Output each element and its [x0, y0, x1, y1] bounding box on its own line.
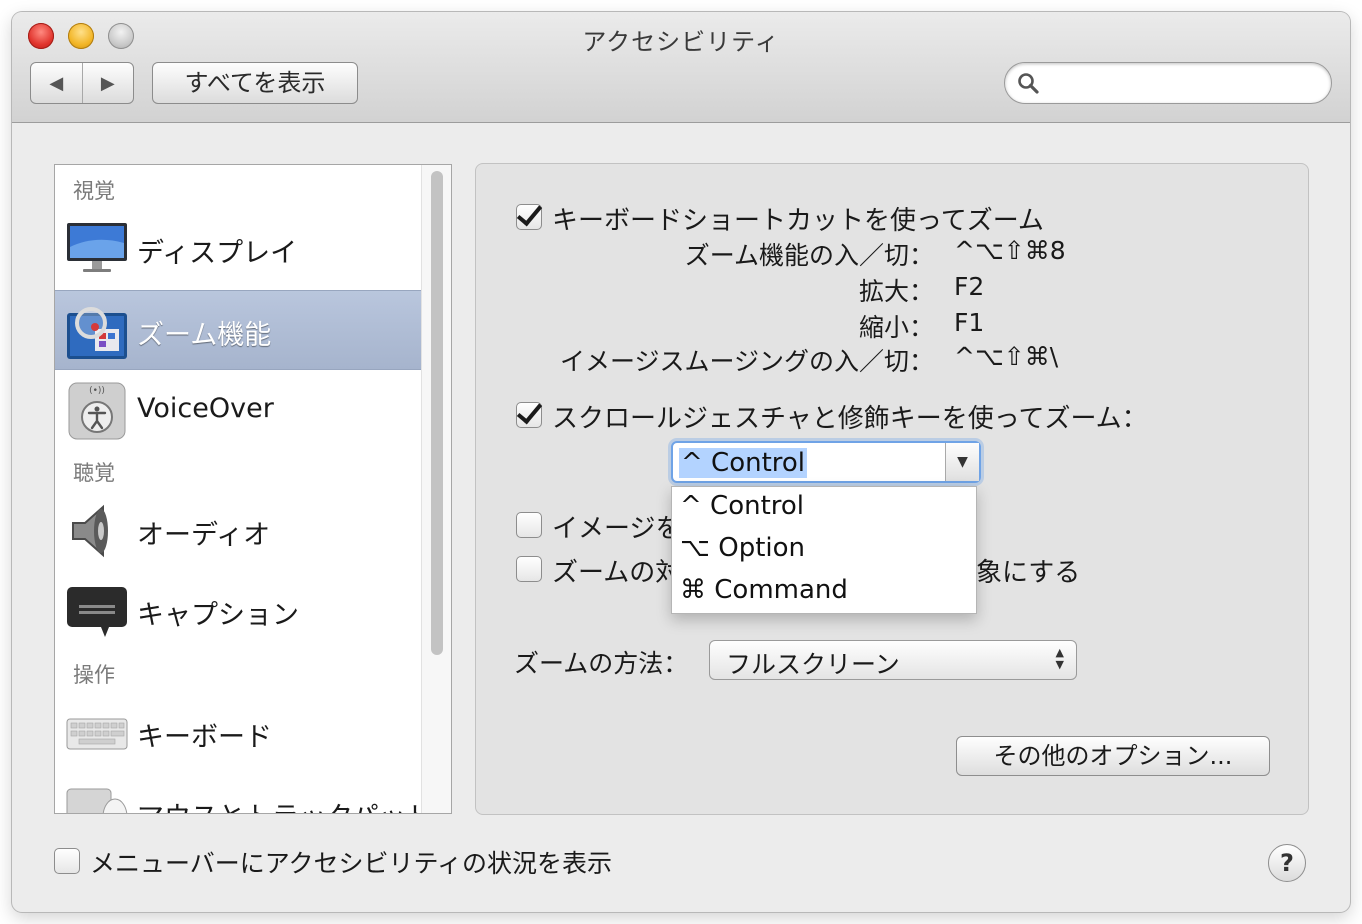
sidebar-item-captions[interactable]: キャプション — [55, 571, 421, 651]
back-forward-control: ◀ ▶ — [30, 62, 134, 104]
sidebar-item-label: キャプション — [137, 600, 299, 631]
sidebar-item-keyboard[interactable]: キーボード — [55, 693, 421, 773]
forward-arrow-icon: ▶ — [100, 72, 115, 94]
modifier-key-combobox[interactable]: ^ Control ▼ — [671, 441, 981, 483]
follow-focus-label-end: 象にする — [976, 558, 1081, 588]
sidebar-item-display[interactable]: ディスプレイ — [55, 209, 421, 289]
section-header-hearing: 聴覚 — [73, 461, 115, 485]
back-button[interactable]: ◀ — [31, 63, 83, 103]
shortcut-keys: F2 — [954, 272, 985, 301]
image-smoothing-checkbox[interactable] — [516, 512, 542, 538]
follow-focus-checkbox[interactable] — [516, 556, 542, 582]
sidebar-scrollbar[interactable] — [421, 165, 451, 813]
shortcut-name: 縮小： — [858, 313, 934, 342]
shortcut-name: イメージスムージングの入／切： — [559, 347, 934, 376]
titlebar: アクセシビリティ ◀ ▶ すべてを表示 — [12, 12, 1350, 123]
sidebar-item-label: VoiceOver — [137, 393, 274, 424]
more-options-button[interactable]: その他のオプション... — [956, 736, 1270, 776]
sidebar-item-voiceover[interactable]: (•)) VoiceOver — [55, 371, 421, 451]
sidebar-item-zoom[interactable]: ズーム機能 — [55, 290, 421, 370]
sidebar-item-label: オーディオ — [137, 520, 271, 551]
shortcut-keys: ^⌥⇧⌘\ — [954, 342, 1059, 371]
help-button[interactable]: ? — [1268, 844, 1306, 882]
modifier-selected-value[interactable]: ^ Control — [679, 448, 808, 478]
zoom-icon — [67, 307, 127, 359]
sidebar-item-audio[interactable]: オーディオ — [55, 491, 421, 571]
keyboard-icon — [66, 718, 128, 750]
sidebar-item-mouse-trackpad[interactable]: マウスとトラックパッド — [55, 773, 433, 813]
modifier-key-menu: ^ Control ⌥ Option ⌘ Command — [671, 486, 977, 614]
display-icon — [67, 223, 127, 272]
zoom-style-popup[interactable]: フルスクリーン ▲ ▼ — [709, 640, 1077, 680]
menu-item-control[interactable]: ^ Control — [680, 491, 804, 521]
shortcut-name: 拡大： — [858, 277, 934, 306]
search-field[interactable] — [1004, 62, 1332, 104]
shortcut-keys: F1 — [954, 308, 985, 337]
search-icon — [1018, 73, 1039, 94]
zoom-style-value: フルスクリーン — [726, 650, 900, 679]
forward-button[interactable]: ▶ — [83, 63, 134, 103]
updown-arrows-icon: ▲ ▼ — [1055, 646, 1064, 671]
category-list[interactable]: 視覚 ディスプレイ ズーム機能 (•)) VoiceOver 聴覚 オーディオ … — [54, 164, 452, 814]
speaker-icon — [72, 504, 108, 558]
image-smoothing-label: イメージを — [552, 514, 682, 544]
scroll-gesture-label: スクロールジェスチャと修飾キーを使ってズーム： — [552, 404, 1148, 434]
back-arrow-icon: ◀ — [49, 72, 64, 94]
zoom-settings-panel: キーボードショートカットを使ってズーム ズーム機能の入／切： ^⌥⇧⌘8 拡大：… — [475, 163, 1309, 815]
mouse-icon — [66, 788, 128, 813]
caption-icon — [67, 587, 127, 637]
show-all-button[interactable]: すべてを表示 — [152, 62, 358, 104]
zoom-style-label: ズームの方法： — [514, 649, 689, 678]
preferences-window: アクセシビリティ ◀ ▶ すべてを表示 視覚 ディスプレイ ズーム機能 (•))… — [12, 12, 1350, 912]
sidebar-item-label: キーボード — [137, 722, 272, 753]
keyboard-shortcut-checkbox[interactable] — [516, 204, 542, 230]
window-title: アクセシビリティ — [582, 28, 780, 56]
keyboard-shortcut-label: キーボードショートカットを使ってズーム — [552, 206, 1044, 236]
scroll-gesture-checkbox[interactable] — [516, 402, 542, 428]
menubar-status-checkbox[interactable] — [54, 848, 80, 874]
search-input[interactable] — [1049, 69, 1319, 97]
svg-text:(•)): (•)) — [89, 386, 105, 396]
follow-focus-label: ズームの対 — [552, 558, 682, 588]
voiceover-icon: (•)) — [68, 382, 126, 440]
sidebar-item-label: ディスプレイ — [137, 238, 298, 269]
menubar-status-label: メニューバーにアクセシビリティの状況を表示 — [90, 849, 613, 878]
section-header-interaction: 操作 — [73, 663, 115, 687]
scrollbar-thumb[interactable] — [431, 171, 443, 655]
dropdown-arrow-icon[interactable]: ▼ — [945, 443, 979, 481]
shortcut-keys: ^⌥⇧⌘8 — [954, 236, 1066, 265]
sidebar-item-label: ズーム機能 — [137, 320, 272, 351]
menu-item-command[interactable]: ⌘ Command — [680, 575, 848, 605]
shortcut-name: ズーム機能の入／切： — [684, 241, 934, 270]
menu-item-option[interactable]: ⌥ Option — [680, 533, 805, 563]
section-header-vision: 視覚 — [73, 179, 115, 203]
sidebar-item-label: マウスとトラックパッド — [137, 795, 433, 813]
